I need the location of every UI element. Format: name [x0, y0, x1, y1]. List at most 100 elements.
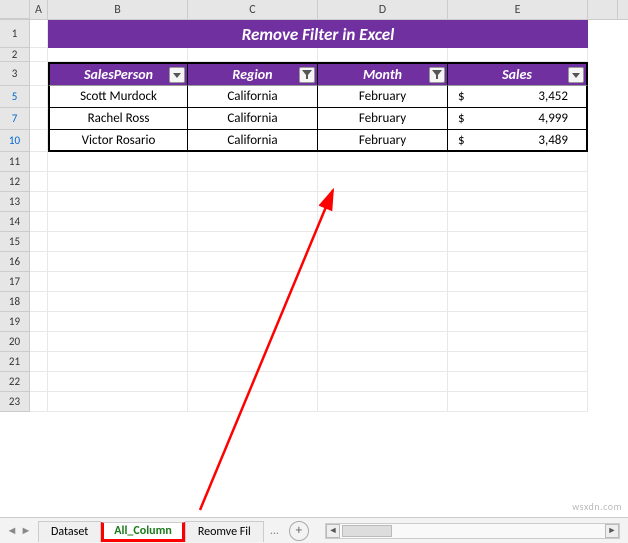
cell[interactable] [318, 212, 448, 232]
row-header[interactable]: 12 [0, 172, 30, 192]
scroll-right-icon[interactable]: ► [605, 524, 619, 538]
cell[interactable] [188, 212, 318, 232]
cell[interactable] [30, 48, 48, 62]
row-header[interactable]: 18 [0, 292, 30, 312]
cell[interactable] [30, 232, 48, 252]
cell[interactable] [318, 292, 448, 312]
row-header[interactable]: 17 [0, 272, 30, 292]
cell[interactable] [448, 332, 588, 352]
row-header-filtered[interactable]: 5 [0, 86, 30, 108]
row-header[interactable]: 21 [0, 352, 30, 372]
cell[interactable] [448, 312, 588, 332]
cell[interactable] [48, 212, 188, 232]
cell[interactable] [188, 48, 318, 62]
cell[interactable] [30, 312, 48, 332]
cell-region[interactable]: California [188, 86, 318, 108]
filter-dropdown-icon[interactable] [169, 67, 185, 83]
row-header[interactable]: 2 [0, 48, 30, 62]
cell[interactable] [30, 192, 48, 212]
tab-all-column[interactable]: All_Column [101, 522, 185, 542]
header-month[interactable]: Month [318, 62, 448, 86]
cell[interactable] [48, 312, 188, 332]
cell[interactable] [30, 130, 48, 152]
cell[interactable] [48, 172, 188, 192]
cell-month[interactable]: February [318, 108, 448, 130]
row-header[interactable]: 22 [0, 372, 30, 392]
row-header-filtered[interactable]: 10 [0, 130, 30, 152]
cell[interactable] [188, 192, 318, 212]
scroll-left-icon[interactable]: ◄ [326, 524, 340, 538]
tab-remove-fil[interactable]: Reomve Fil [185, 521, 264, 542]
row-header[interactable]: 20 [0, 332, 30, 352]
cell[interactable] [448, 372, 588, 392]
cell[interactable] [30, 272, 48, 292]
row-header[interactable]: 3 [0, 62, 30, 86]
header-region[interactable]: Region [188, 62, 318, 86]
cell[interactable] [318, 192, 448, 212]
row-header[interactable]: 16 [0, 252, 30, 272]
cell-sales[interactable]: $ 3,452 [448, 86, 588, 108]
col-header-D[interactable]: D [318, 0, 448, 19]
cell[interactable] [30, 252, 48, 272]
scroll-thumb[interactable] [342, 525, 392, 537]
row-header[interactable]: 13 [0, 192, 30, 212]
cell[interactable] [448, 252, 588, 272]
tabs-more-icon[interactable]: ... [270, 524, 279, 538]
cell-salesperson[interactable]: Scott Murdock [48, 86, 188, 108]
cell[interactable] [448, 192, 588, 212]
cell[interactable] [188, 232, 318, 252]
cell[interactable] [448, 392, 588, 412]
cell[interactable] [30, 172, 48, 192]
cell[interactable] [318, 312, 448, 332]
cell-region[interactable]: California [188, 130, 318, 152]
cell[interactable] [48, 272, 188, 292]
cell[interactable] [188, 172, 318, 192]
cell-region[interactable]: California [188, 108, 318, 130]
cell[interactable] [30, 108, 48, 130]
filter-dropdown-icon[interactable] [568, 67, 584, 83]
tab-dataset[interactable]: Dataset [38, 521, 101, 542]
cell[interactable] [318, 232, 448, 252]
cell-salesperson[interactable]: Rachel Ross [48, 108, 188, 130]
cell[interactable] [318, 252, 448, 272]
cell[interactable] [48, 252, 188, 272]
cell[interactable] [48, 332, 188, 352]
cell[interactable] [188, 252, 318, 272]
cell-sales[interactable]: $ 3,489 [448, 130, 588, 152]
cell[interactable] [318, 352, 448, 372]
cell[interactable] [448, 352, 588, 372]
cell[interactable] [448, 172, 588, 192]
cell[interactable] [318, 272, 448, 292]
cell[interactable] [318, 392, 448, 412]
cell[interactable] [30, 332, 48, 352]
cell-salesperson[interactable]: Victor Rosario [48, 130, 188, 152]
cell[interactable] [30, 372, 48, 392]
cell[interactable] [318, 172, 448, 192]
col-header-C[interactable]: C [188, 0, 318, 19]
cell[interactable] [448, 152, 588, 172]
cell[interactable] [30, 352, 48, 372]
cell[interactable] [48, 232, 188, 252]
row-header[interactable]: 23 [0, 392, 30, 412]
row-header[interactable]: 14 [0, 212, 30, 232]
cell[interactable] [48, 352, 188, 372]
add-sheet-button[interactable]: + [289, 521, 309, 541]
cell[interactable] [48, 152, 188, 172]
cell[interactable] [188, 272, 318, 292]
cell[interactable] [30, 62, 48, 86]
cell[interactable] [318, 372, 448, 392]
cell[interactable] [30, 292, 48, 312]
row-header[interactable]: 1 [0, 20, 30, 48]
row-header[interactable]: 19 [0, 312, 30, 332]
filter-active-icon[interactable] [299, 67, 315, 83]
cell-month[interactable]: February [318, 86, 448, 108]
col-header-F[interactable] [588, 0, 618, 19]
col-header-A[interactable]: A [30, 0, 48, 19]
cell[interactable] [188, 332, 318, 352]
horizontal-scrollbar[interactable]: ◄ ► [325, 523, 620, 539]
cell[interactable] [48, 192, 188, 212]
cell[interactable] [30, 212, 48, 232]
filter-active-icon[interactable] [429, 67, 445, 83]
cell[interactable] [48, 292, 188, 312]
cell[interactable] [318, 332, 448, 352]
